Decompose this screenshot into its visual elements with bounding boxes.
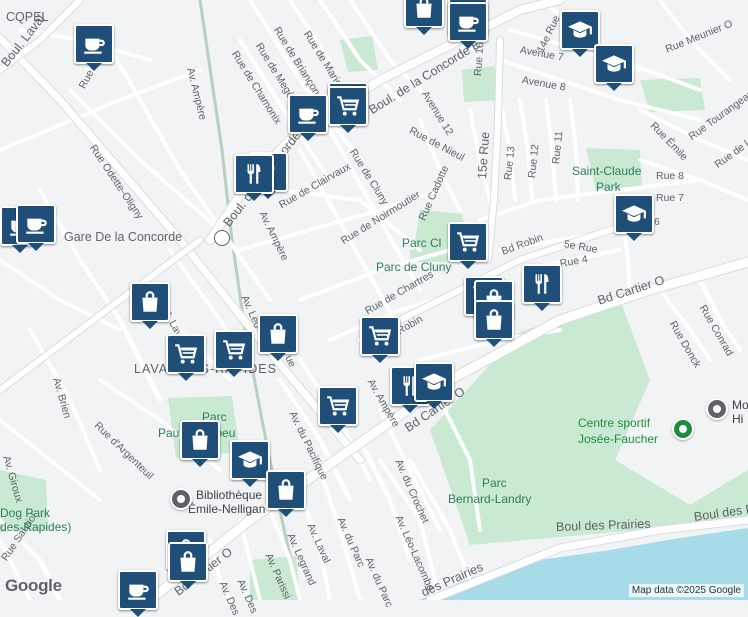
label-parc-de-cluny: Parc de Cluny bbox=[376, 260, 452, 274]
map-marker-coffee[interactable] bbox=[74, 24, 114, 71]
train-station-icon[interactable] bbox=[214, 230, 230, 246]
google-logo: Google bbox=[5, 576, 62, 595]
shopping-bag-icon bbox=[411, 0, 437, 21]
map-attribution[interactable]: Map data ©2025 Google bbox=[628, 584, 744, 597]
map-marker-coffee[interactable] bbox=[16, 204, 56, 251]
map-marker-bag[interactable] bbox=[180, 420, 220, 467]
map-marker-cart[interactable] bbox=[166, 334, 206, 381]
restaurant-icon bbox=[529, 271, 555, 297]
shopping-bag-icon bbox=[187, 427, 213, 453]
graduation-cap-icon bbox=[421, 369, 447, 395]
shopping-bag-icon bbox=[137, 289, 163, 315]
label-parc-bernard-1: Parc bbox=[482, 476, 507, 490]
shopping-cart-icon bbox=[221, 337, 247, 363]
label-gare: Gare De la Concorde bbox=[64, 230, 183, 244]
label-rue-6: 6 bbox=[654, 216, 660, 228]
map-marker-cart[interactable] bbox=[214, 330, 254, 377]
shopping-cart-icon bbox=[455, 229, 481, 255]
graduation-cap-icon bbox=[567, 17, 593, 43]
shopping-bag-icon bbox=[175, 549, 201, 575]
restaurant-icon bbox=[241, 161, 267, 187]
graduation-cap-icon bbox=[237, 447, 263, 473]
map-marker-school[interactable] bbox=[414, 362, 454, 409]
map-marker-bag[interactable] bbox=[258, 314, 298, 361]
map-marker-coffee[interactable] bbox=[448, 2, 488, 49]
map-marker-food[interactable] bbox=[234, 154, 274, 201]
shopping-bag-icon bbox=[481, 307, 507, 333]
label-parc-cl: Parc Cl bbox=[402, 236, 442, 250]
map-marker-coffee[interactable] bbox=[118, 570, 158, 617]
coffee-cup-icon bbox=[81, 31, 107, 57]
label-rue-7: Rue 7 bbox=[656, 192, 685, 204]
label-hi: Hi bbox=[732, 412, 744, 426]
shopping-bag-icon bbox=[265, 321, 291, 347]
map-marker-coffee[interactable] bbox=[288, 94, 328, 141]
library-pin-icon[interactable] bbox=[170, 488, 192, 510]
graduation-cap-icon bbox=[621, 201, 647, 227]
map-marker-food[interactable] bbox=[522, 264, 562, 311]
map-marker-cart[interactable] bbox=[360, 316, 400, 363]
map-marker-cart[interactable] bbox=[318, 386, 358, 433]
coffee-cup-icon bbox=[125, 577, 151, 603]
label-centre-sportif-1: Centre sportif bbox=[578, 416, 651, 430]
label-saint-claude-2: Park bbox=[596, 180, 621, 194]
sports-centre-pin-icon[interactable] bbox=[672, 418, 694, 440]
map-marker-school[interactable] bbox=[594, 44, 634, 91]
label-saint-claude-1: Saint-Claude bbox=[572, 164, 642, 178]
map-marker-cart[interactable] bbox=[328, 86, 368, 133]
shopping-cart-icon bbox=[367, 323, 393, 349]
label-dog-park-2: des-Rapides) bbox=[0, 520, 72, 534]
label-mo: Mo bbox=[732, 398, 748, 412]
map-marker-bag[interactable] bbox=[404, 0, 444, 35]
label-dog-park-1: Dog Park bbox=[0, 506, 51, 520]
label-parc-bernard-2: Bernard-Landry bbox=[448, 492, 532, 506]
shopping-cart-icon bbox=[173, 341, 199, 367]
label-biblio-2: Émile-Nelligan bbox=[188, 502, 266, 516]
label-rue-8: Rue 8 bbox=[656, 170, 685, 182]
coffee-cup-icon bbox=[295, 101, 321, 127]
coffee-cup-icon bbox=[23, 211, 49, 237]
map-marker-school[interactable] bbox=[230, 440, 270, 487]
map-marker-bag[interactable] bbox=[130, 282, 170, 329]
graduation-cap-icon bbox=[601, 51, 627, 77]
map-marker-bag[interactable] bbox=[474, 300, 514, 347]
map-marker-cart[interactable] bbox=[448, 222, 488, 269]
map-marker-school[interactable] bbox=[614, 194, 654, 241]
shopping-bag-icon bbox=[273, 477, 299, 503]
map-marker-bag[interactable] bbox=[266, 470, 306, 517]
label-biblio-1: Bibliothèque bbox=[196, 488, 263, 502]
map-marker-bag[interactable] bbox=[168, 542, 208, 589]
museum-pin-icon[interactable] bbox=[706, 398, 728, 420]
label-centre-sportif-2: Josée-Faucher bbox=[578, 432, 659, 446]
shopping-cart-icon bbox=[325, 393, 351, 419]
coffee-cup-icon bbox=[455, 9, 481, 35]
shopping-cart-icon bbox=[335, 93, 361, 119]
